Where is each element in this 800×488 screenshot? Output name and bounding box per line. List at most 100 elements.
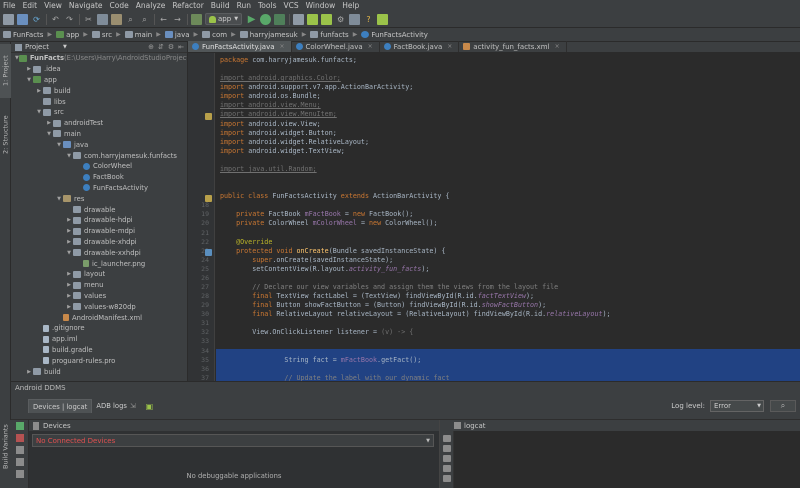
redo-icon[interactable]: ↷ bbox=[64, 14, 75, 25]
back-icon[interactable]: ← bbox=[158, 14, 169, 25]
tree-item[interactable]: ▶ drawable-xhdpi bbox=[11, 237, 187, 248]
android-device-monitor-icon[interactable] bbox=[377, 13, 389, 25]
sync-icon[interactable]: ⟳ bbox=[31, 14, 42, 25]
scroll-up-icon[interactable] bbox=[443, 435, 451, 442]
breadcrumb-item-harryjamesuk[interactable]: harryjamesuk ▶ bbox=[239, 31, 306, 39]
menu-view[interactable]: View bbox=[44, 1, 62, 10]
expanded-arrow-icon[interactable]: ▼ bbox=[65, 153, 73, 159]
stop-icon[interactable] bbox=[16, 434, 24, 442]
collapsed-arrow-icon[interactable]: ▶ bbox=[45, 120, 53, 126]
expanded-arrow-icon[interactable]: ▼ bbox=[55, 142, 63, 148]
collapsed-arrow-icon[interactable]: ▶ bbox=[65, 282, 73, 288]
collapsed-arrow-icon[interactable]: ▶ bbox=[25, 66, 33, 72]
breadcrumb-item-app[interactable]: app ▶ bbox=[56, 31, 88, 39]
tree-item[interactable]: drawable bbox=[11, 204, 187, 215]
fold-marker-icon[interactable] bbox=[205, 113, 212, 121]
tree-item[interactable]: ▼ src bbox=[11, 107, 187, 118]
logcat-output[interactable] bbox=[440, 431, 800, 488]
log-level-dropdown[interactable]: Error ▼ bbox=[710, 400, 764, 412]
tree-item[interactable]: ▶ drawable-mdpi bbox=[11, 226, 187, 237]
hide-panel-icon[interactable]: ⇤ bbox=[178, 43, 184, 51]
collapsed-arrow-icon[interactable]: ▶ bbox=[65, 271, 73, 277]
camera-icon[interactable] bbox=[16, 446, 24, 454]
menu-vcs[interactable]: VCS bbox=[283, 1, 298, 10]
soft-wrap-icon[interactable] bbox=[443, 455, 451, 462]
tree-item[interactable]: .gitignore bbox=[11, 323, 187, 334]
menu-run[interactable]: Run bbox=[237, 1, 251, 10]
collapsed-arrow-icon[interactable]: ▶ bbox=[65, 293, 73, 299]
search-icon[interactable]: ⌕ bbox=[770, 400, 796, 412]
breadcrumb-item-funfactsactivity[interactable]: FunFactsActivity bbox=[361, 31, 428, 39]
debug-icon[interactable] bbox=[16, 422, 24, 430]
tree-item[interactable]: build.gradle bbox=[11, 345, 187, 356]
tree-item[interactable]: ▶ menu bbox=[11, 280, 187, 291]
menu-navigate[interactable]: Navigate bbox=[69, 1, 103, 10]
attach-debugger-icon[interactable] bbox=[274, 13, 286, 25]
find-icon[interactable]: ⌕ bbox=[125, 14, 136, 25]
tree-item[interactable]: FunFactsActivity bbox=[11, 183, 187, 194]
close-icon[interactable]: × bbox=[447, 43, 452, 50]
paste-icon[interactable] bbox=[111, 13, 122, 25]
sdk-manager-icon[interactable] bbox=[307, 13, 319, 25]
forward-icon[interactable]: → bbox=[172, 14, 183, 25]
collapsed-arrow-icon[interactable]: ▶ bbox=[65, 239, 73, 245]
sync-tree-icon[interactable]: ⊕ bbox=[148, 43, 154, 51]
tab-adb-logs[interactable]: ADB logs ⇲ bbox=[92, 399, 139, 413]
replace-icon[interactable]: ⌕ bbox=[139, 14, 150, 25]
tree-item[interactable]: ▼ app bbox=[11, 75, 187, 86]
tree-item[interactable]: ▶ drawable-hdpi bbox=[11, 215, 187, 226]
project-tool-tab[interactable]: 1: Project bbox=[0, 44, 11, 98]
menu-code[interactable]: Code bbox=[110, 1, 129, 10]
collapsed-arrow-icon[interactable]: ▶ bbox=[35, 88, 43, 94]
menu-tools[interactable]: Tools bbox=[258, 1, 276, 10]
menu-window[interactable]: Window bbox=[306, 1, 336, 10]
close-icon[interactable]: × bbox=[368, 43, 373, 50]
tree-item[interactable]: ▶ .idea bbox=[11, 64, 187, 75]
tree-item[interactable]: ▶ values bbox=[11, 291, 187, 302]
undo-icon[interactable]: ↶ bbox=[50, 14, 61, 25]
structure-tool-tab[interactable]: 2: Structure bbox=[0, 102, 11, 168]
breadcrumb-item-funfacts[interactable]: FunFacts ▶ bbox=[3, 31, 52, 39]
collapse-all-icon[interactable]: ⇵ bbox=[158, 43, 164, 51]
collapsed-arrow-icon[interactable]: ▶ bbox=[65, 228, 73, 234]
tree-item[interactable]: AndroidManifest.xml bbox=[11, 312, 187, 323]
editor-tab[interactable]: activity_fun_facts.xml × bbox=[459, 41, 567, 52]
close-icon[interactable]: × bbox=[555, 43, 560, 50]
class-marker-icon[interactable] bbox=[205, 194, 212, 202]
menu-edit[interactable]: Edit bbox=[23, 1, 38, 10]
menu-analyze[interactable]: Analyze bbox=[136, 1, 166, 10]
breadcrumb-item-java[interactable]: java ▶ bbox=[164, 31, 198, 39]
collapsed-arrow-icon[interactable]: ▶ bbox=[65, 304, 73, 310]
save-all-icon[interactable] bbox=[17, 13, 28, 25]
tree-item[interactable]: ▼ drawable-xxhdpi bbox=[11, 247, 187, 258]
copy-icon[interactable] bbox=[97, 13, 108, 25]
override-icon[interactable] bbox=[205, 249, 212, 257]
settings-icon[interactable]: ⚙ bbox=[335, 14, 346, 25]
open-folder-icon[interactable] bbox=[3, 13, 14, 25]
menu-refactor[interactable]: Refactor bbox=[172, 1, 203, 10]
avd-manager-icon[interactable] bbox=[293, 13, 305, 25]
menu-file[interactable]: File bbox=[3, 1, 16, 10]
screen-capture-icon[interactable]: ▣ bbox=[146, 402, 154, 411]
tree-item[interactable]: proguard-rules.pro bbox=[11, 355, 187, 366]
collapsed-arrow-icon[interactable]: ▶ bbox=[25, 369, 33, 375]
tree-item[interactable]: ▼ java bbox=[11, 139, 187, 150]
breadcrumb-item-src[interactable]: src ▶ bbox=[91, 31, 121, 39]
breadcrumb-item-com[interactable]: com ▶ bbox=[202, 31, 236, 39]
tree-item[interactable]: ic_launcher.png bbox=[11, 258, 187, 269]
clear-icon[interactable] bbox=[443, 475, 451, 482]
tree-item[interactable]: ▼ FunFacts (E:\Users\Harry\AndroidStudioP… bbox=[11, 53, 187, 64]
debug-icon[interactable] bbox=[260, 13, 272, 25]
close-icon[interactable]: × bbox=[280, 43, 285, 50]
gear-icon[interactable]: ⚙ bbox=[168, 43, 174, 51]
menu-build[interactable]: Build bbox=[211, 1, 230, 10]
tree-item[interactable]: ▼ com.harryjamesuk.funfacts bbox=[11, 150, 187, 161]
tree-item[interactable]: libs bbox=[11, 96, 187, 107]
tree-item[interactable]: app.iml bbox=[11, 334, 187, 345]
tree-item[interactable]: ColorWheel bbox=[11, 161, 187, 172]
editor-tab[interactable]: ColorWheel.java × bbox=[292, 41, 380, 52]
restart-icon[interactable] bbox=[16, 458, 24, 466]
breadcrumb-item-main[interactable]: main ▶ bbox=[124, 31, 161, 39]
menu-help[interactable]: Help bbox=[342, 1, 359, 10]
tree-item[interactable]: ▼ res bbox=[11, 193, 187, 204]
